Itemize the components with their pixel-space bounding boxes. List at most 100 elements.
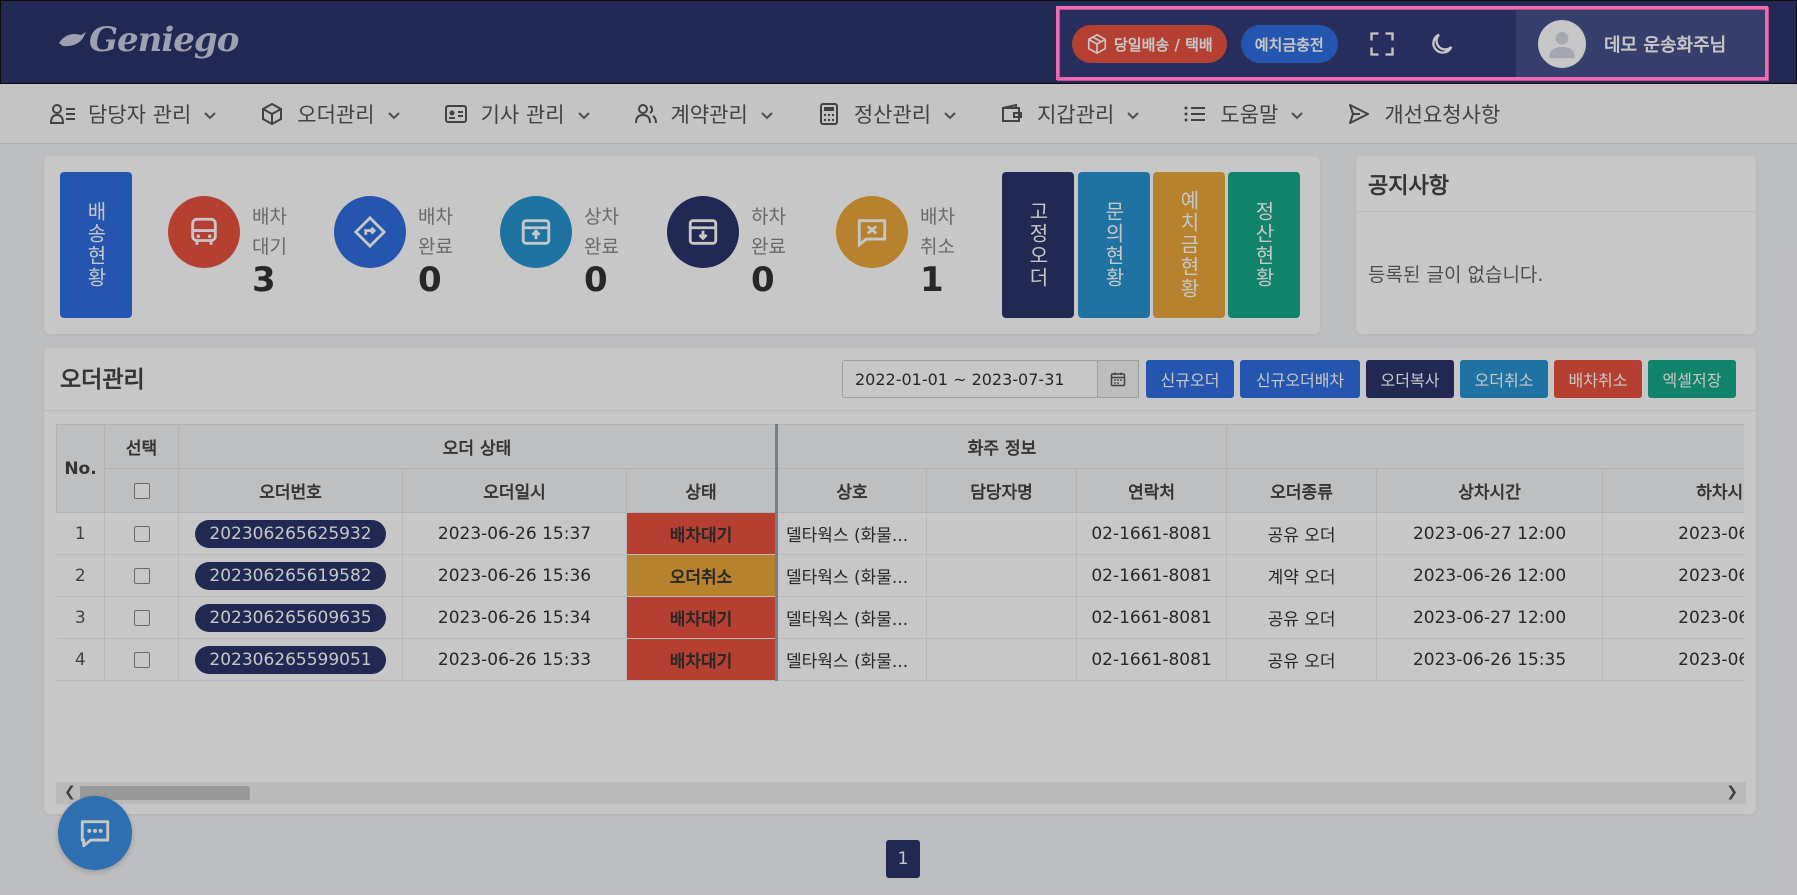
manager (926, 596, 1078, 639)
col-header-select: 선택 (104, 424, 179, 469)
horizontal-scrollbar[interactable]: ❮ ❯ (56, 782, 1746, 804)
nav-wallet-management[interactable]: 지갑관리 (999, 99, 1140, 129)
col-header-company[interactable]: 상호 (776, 468, 928, 513)
stat-dispatch-waiting[interactable]: 배차대기 (168, 196, 292, 268)
company: 델타웍스 (화물... (776, 512, 928, 555)
new-order-button[interactable]: 신규오더 (1146, 360, 1234, 398)
col-header-order-time[interactable]: 오더일시 (402, 468, 627, 513)
cancel-message-icon (836, 196, 908, 268)
excel-export-button[interactable]: 엑셀저장 (1648, 360, 1736, 398)
nav-label: 기사 관리 (480, 102, 565, 127)
chat-button[interactable] (58, 796, 132, 870)
fixed-order-button[interactable]: 고정오더 (1002, 172, 1074, 318)
scroll-right-icon[interactable]: ❯ (1726, 784, 1738, 800)
col-header-phone[interactable]: 연락처 (1076, 468, 1228, 513)
unload-time: 2023-06-27 (1602, 512, 1744, 555)
nav-label: 담당자 관리 (88, 102, 192, 127)
stat-label: 배차대기 (252, 206, 287, 258)
cancel-dispatch-button[interactable]: 배차취소 (1554, 360, 1642, 398)
logo[interactable]: Geniego (57, 17, 239, 63)
load-time: 2023-06-27 12:00 (1376, 596, 1604, 639)
col-header-order-no[interactable]: 오더번호 (178, 468, 403, 513)
fullscreen-icon[interactable] (1362, 24, 1402, 64)
chevron-down-icon (1126, 102, 1140, 126)
nav-order-management[interactable]: 오더관리 (259, 99, 400, 129)
company: 델타웍스 (화물... (776, 554, 928, 597)
new-order-dispatch-button[interactable]: 신규오더배차 (1240, 360, 1360, 398)
id-card-icon (443, 101, 469, 127)
order-time: 2023-06-26 15:34 (402, 596, 627, 639)
table-row[interactable]: 2 202306265619582 2023-06-26 15:36 오더취소 … (56, 554, 1744, 597)
row-no: 2 (56, 554, 105, 597)
nav-label: 도움말 (1220, 102, 1279, 127)
user-list-icon (50, 101, 76, 127)
nav-manager-management[interactable]: 담당자 관리 (50, 99, 217, 129)
row-checkbox-cell (104, 554, 179, 597)
send-icon (1346, 101, 1372, 127)
row-checkbox-cell (104, 512, 179, 555)
row-checkbox[interactable] (133, 609, 150, 626)
dark-mode-moon-icon[interactable] (1422, 24, 1462, 64)
status-badge: 배차대기 (626, 596, 779, 639)
nav-improvement-requests[interactable]: 개선요청사항 (1346, 99, 1500, 129)
status-badge: 배차대기 (626, 512, 779, 555)
phone: 02-1661-8081 (1076, 596, 1228, 639)
stat-dispatch-cancel[interactable]: 배차취소 (836, 196, 960, 268)
cancel-order-button[interactable]: 오더취소 (1460, 360, 1548, 398)
stat-dispatch-complete[interactable]: 배차완료 (334, 196, 458, 268)
nav-label: 지갑관리 (1037, 102, 1115, 127)
row-checkbox[interactable] (133, 651, 150, 668)
stat-unloading-complete[interactable]: 하차완료 (667, 196, 791, 268)
inquiry-status-button[interactable]: 문의현황 (1078, 172, 1150, 318)
order-no-link[interactable]: 202306265625932 (195, 519, 386, 548)
order-management-panel: 오더관리 2022-01-01 ~ 2023-07-31 신규오더 신규오더배차… (44, 348, 1756, 814)
order-no-link[interactable]: 202306265609635 (195, 603, 386, 632)
nav-driver-management[interactable]: 기사 관리 (443, 99, 591, 129)
delivery-status-panel: 배송현황 배차대기 3 배차완료 0 상차완료 0 하차완료 0 배차취소 1 … (44, 156, 1320, 334)
chevron-down-icon (943, 102, 957, 126)
stat-label: 상차완료 (584, 206, 619, 258)
col-header-unload-time[interactable]: 하차시간 (1602, 468, 1744, 513)
chevron-down-icon (577, 102, 591, 126)
nav-contract-management[interactable]: 계약관리 (633, 99, 774, 129)
order-no-link[interactable]: 202306265599051 (195, 645, 386, 674)
row-checkbox[interactable] (133, 567, 150, 584)
user-name: 데모 운송화주님 (1604, 35, 1727, 56)
user-menu[interactable]: 데모 운송화주님 (1516, 10, 1766, 78)
wallet-icon (999, 101, 1025, 127)
table-row[interactable]: 3 202306265609635 2023-06-26 15:34 배차대기 … (56, 596, 1744, 639)
calendar-icon[interactable] (1097, 360, 1139, 398)
order-no-link[interactable]: 202306265619582 (195, 561, 386, 590)
stat-label: 배차완료 (418, 206, 453, 258)
stat-loading-complete[interactable]: 상차완료 (500, 196, 624, 268)
table-row[interactable]: 4 202306265599051 2023-06-26 15:33 배차대기 … (56, 638, 1744, 681)
col-header-order-type[interactable]: 오더종류 (1226, 468, 1378, 513)
deposit-status-button[interactable]: 예치금현황 (1153, 172, 1225, 318)
nav-help[interactable]: 도움말 (1182, 99, 1304, 129)
scroll-left-icon[interactable]: ❮ (64, 784, 76, 800)
unload-time: 2023-06-27 (1602, 596, 1744, 639)
pagination-page-1[interactable]: 1 (886, 840, 920, 878)
notice-empty-text: 등록된 글이 없습니다. (1368, 264, 1544, 286)
main-nav: 담당자 관리 오더관리 기사 관리 계약관리 정산관리 지갑관리 도움말 개선요… (0, 84, 1797, 144)
col-header-manager[interactable]: 담당자명 (926, 468, 1078, 513)
col-header-status[interactable]: 상태 (625, 468, 779, 513)
nav-settlement-management[interactable]: 정산관리 (816, 99, 957, 129)
copy-order-button[interactable]: 오더복사 (1366, 360, 1454, 398)
row-checkbox-cell (104, 638, 179, 681)
deposit-charge-button[interactable]: 예치금충전 (1240, 25, 1338, 63)
chat-icon (80, 820, 110, 848)
chevron-down-icon (1290, 102, 1304, 126)
same-day-delivery-button[interactable]: 당일배송 / 택배 (1072, 25, 1227, 63)
settlement-status-button[interactable]: 정산현황 (1228, 172, 1300, 318)
row-checkbox[interactable] (133, 525, 150, 542)
load-time: 2023-06-26 12:00 (1376, 554, 1604, 597)
col-header-load-time[interactable]: 상차시간 (1376, 468, 1604, 513)
delivery-status-button[interactable]: 배송현황 (60, 172, 132, 318)
select-all-checkbox[interactable] (133, 482, 150, 499)
user-avatar-icon (1549, 31, 1575, 59)
order-time: 2023-06-26 15:36 (402, 554, 627, 597)
date-range-input[interactable]: 2022-01-01 ~ 2023-07-31 (842, 360, 1098, 398)
same-day-delivery-label: 당일배송 / 택배 (1114, 35, 1213, 54)
table-row[interactable]: 1 202306265625932 2023-06-26 15:37 배차대기 … (56, 512, 1744, 555)
